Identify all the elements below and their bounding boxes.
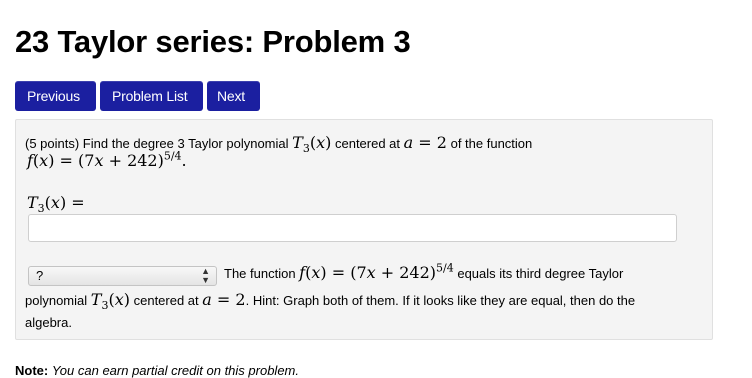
next-button[interactable]: Next [207,81,260,111]
page-title: 23 Taylor series: Problem 3 [15,24,411,59]
statement-line-2: polynomial T3(x) centered at a = 2. Hint… [25,290,636,313]
function-math: f(x) = (7x + 242)5/4 [299,261,454,282]
centered-text: centered at [334,136,401,151]
a-equals-math: a = 2 [403,133,447,152]
t3-math-2: T3(x) [90,290,130,313]
function-definition-math: f(x) = (7x + 242)5/4. [27,149,187,170]
problem-nav: Previous Problem List Next [15,81,260,111]
a-equals-math-2: a = 2 [202,290,246,309]
true-false-select[interactable]: ? ▲ ▼ [28,266,217,286]
problem-panel: (5 points) Find the degree 3 Taylor poly… [15,119,713,340]
note-label: Note: [15,363,49,378]
updown-arrows-icon: ▲ ▼ [201,266,210,285]
a-value: 2 [436,133,447,152]
statement-line-1: The function f(x) = (7x + 242)5/4 equals… [224,261,624,282]
statement-line-3: algebra. [25,315,72,330]
problem-list-button[interactable]: Problem List [100,81,203,111]
t3-math: T3(x) [292,133,332,156]
problem-statement: (5 points) Find the degree 3 Taylor poly… [25,133,533,156]
note-text: You can earn partial credit on this prob… [51,363,299,378]
answer-input[interactable] [28,214,677,242]
note: Note: You can earn partial credit on thi… [15,363,299,378]
of-function-text: of the function [450,136,533,151]
previous-button[interactable]: Previous [15,81,96,111]
intro-text: (5 points) Find the degree 3 Taylor poly… [25,136,289,151]
select-value: ? [36,268,44,283]
answer-label: T3(x) = [27,193,85,216]
